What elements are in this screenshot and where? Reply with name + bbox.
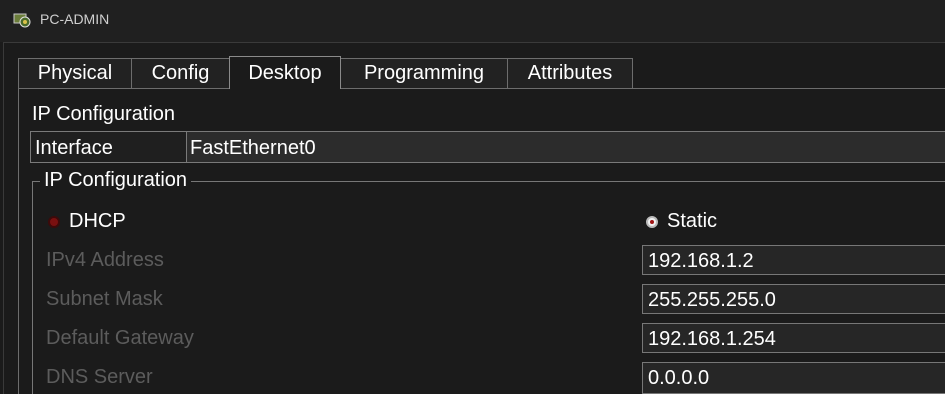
interface-select[interactable]: FastEthernet0 bbox=[186, 132, 945, 162]
window-border bbox=[3, 42, 945, 43]
tab-desktop[interactable]: Desktop bbox=[229, 56, 341, 89]
ip-config-legend: IP Configuration bbox=[40, 169, 192, 192]
title-bar: PC-ADMIN bbox=[0, 0, 945, 42]
page-title: IP Configuration bbox=[32, 103, 176, 125]
subnet-mask-value: 255.255.255.0 bbox=[648, 289, 776, 311]
static-radio[interactable] bbox=[646, 216, 658, 228]
ipv4-address-field[interactable]: 192.168.1.2 bbox=[642, 245, 945, 275]
subnet-mask-label: Subnet Mask bbox=[46, 288, 163, 310]
default-gateway-label: Default Gateway bbox=[46, 327, 194, 349]
dns-server-value: 0.0.0.0 bbox=[648, 367, 710, 389]
tab-physical[interactable]: Physical bbox=[18, 58, 132, 88]
dhcp-radio-label[interactable]: DHCP bbox=[69, 210, 126, 233]
default-gateway-field[interactable]: 192.168.1.254 bbox=[642, 323, 945, 353]
default-gateway-value: 192.168.1.254 bbox=[648, 328, 776, 350]
static-radio-label[interactable]: Static bbox=[667, 210, 717, 233]
ipv4-address-label: IPv4 Address bbox=[46, 249, 164, 271]
dns-server-label: DNS Server bbox=[46, 366, 153, 388]
dhcp-radio[interactable] bbox=[48, 216, 60, 228]
tab-programming[interactable]: Programming bbox=[340, 58, 508, 88]
tab-attributes[interactable]: Attributes bbox=[507, 58, 633, 88]
interface-value: FastEthernet0 bbox=[190, 137, 316, 159]
interface-label: Interface bbox=[35, 137, 113, 159]
window-border bbox=[3, 42, 4, 394]
interface-row: Interface FastEthernet0 bbox=[30, 131, 945, 163]
tab-config[interactable]: Config bbox=[131, 58, 230, 88]
cisco-pc-icon bbox=[13, 13, 31, 28]
dns-server-field[interactable]: 0.0.0.0 bbox=[642, 362, 945, 394]
window-title: PC-ADMIN bbox=[40, 11, 110, 27]
subnet-mask-field[interactable]: 255.255.255.0 bbox=[642, 284, 945, 314]
ipv4-address-value: 192.168.1.2 bbox=[648, 250, 754, 272]
